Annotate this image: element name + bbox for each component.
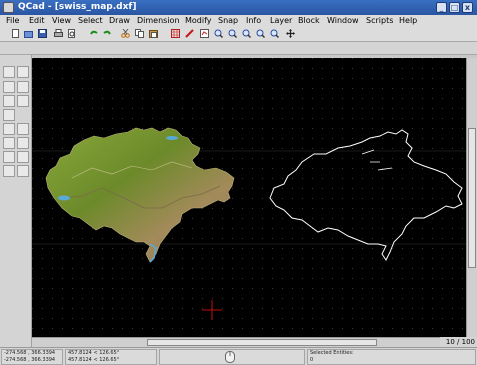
relative-coordinates: 457.8124 < 126.65° 457.8124 < 126.65°: [65, 349, 157, 365]
vertical-scroll-thumb[interactable]: [468, 128, 476, 268]
selected-entities-label: Selected Entities:: [310, 350, 354, 356]
cad-tools-panel: [0, 55, 32, 347]
title-bar: QCad - [swiss_map.dxf] _ □ x: [0, 0, 477, 15]
arcs-tool-icon[interactable]: [3, 81, 15, 93]
zoom-auto-icon[interactable]: [242, 29, 251, 38]
polylines-tool-icon[interactable]: [3, 109, 15, 121]
menu-block[interactable]: Block: [298, 16, 320, 26]
info-tool-icon[interactable]: [3, 165, 15, 177]
vertical-scrollbar[interactable]: [466, 58, 477, 337]
paste-icon[interactable]: [149, 29, 158, 38]
hatch-tool-icon[interactable]: [3, 137, 15, 149]
menu-bar: File Edit View Select Draw Dimension Mod…: [0, 15, 477, 27]
print-preview-icon[interactable]: [67, 29, 76, 38]
zoom-previous-icon[interactable]: [256, 29, 265, 38]
open-file-icon[interactable]: [24, 29, 33, 38]
status-bar: -274.568 , 366.3394 -274.568 , 366.3394 …: [0, 347, 477, 365]
lines-tool-icon[interactable]: [17, 66, 29, 78]
menu-help[interactable]: Help: [399, 16, 417, 26]
zoom-window-icon[interactable]: [270, 29, 279, 38]
menu-view[interactable]: View: [52, 16, 71, 26]
points-tool-icon[interactable]: [3, 66, 15, 78]
abs-coord-line: -274.568 , 366.3394: [4, 350, 56, 356]
menu-scripts[interactable]: Scripts: [366, 16, 393, 26]
lake-constance: [166, 136, 178, 140]
menu-file[interactable]: File: [6, 16, 19, 26]
close-button[interactable]: x: [462, 2, 473, 13]
dimensions-tool-icon[interactable]: [17, 123, 29, 135]
grid-toggle-icon[interactable]: [171, 29, 180, 38]
menu-layer[interactable]: Layer: [270, 16, 292, 26]
cut-icon[interactable]: [121, 29, 130, 38]
horizontal-scrollbar[interactable]: [32, 337, 440, 347]
select-tool-icon[interactable]: [17, 165, 29, 177]
selected-entities: Selected Entities: 0: [307, 349, 476, 365]
abs-coord-line: -274.568 , 366.3394: [4, 357, 56, 363]
menu-draw[interactable]: Draw: [109, 16, 130, 26]
splines-tool-icon[interactable]: [17, 95, 29, 107]
drawing-area[interactable]: [32, 58, 466, 337]
menu-edit[interactable]: Edit: [29, 16, 45, 26]
window-title: QCad - [swiss_map.dxf]: [18, 2, 137, 12]
app-icon[interactable]: [3, 2, 14, 13]
lake-geneva: [58, 195, 70, 201]
save-icon[interactable]: [38, 29, 47, 38]
selected-entities-count: 0: [310, 357, 314, 363]
mouse-status: [159, 349, 305, 365]
menu-dimension[interactable]: Dimension: [137, 16, 180, 26]
page-indicator: 10 / 100: [440, 337, 477, 347]
circles-tool-icon[interactable]: [17, 81, 29, 93]
modify-tool-icon[interactable]: [17, 151, 29, 163]
redo-icon[interactable]: [103, 29, 112, 38]
undo-icon[interactable]: [89, 29, 98, 38]
zoom-out-icon[interactable]: [228, 29, 237, 38]
menu-select[interactable]: Select: [78, 16, 103, 26]
option-toolbar: [0, 42, 477, 55]
horizontal-scroll-thumb[interactable]: [147, 339, 377, 346]
pan-icon[interactable]: [286, 29, 295, 38]
text-tool-icon[interactable]: [3, 123, 15, 135]
maximize-button[interactable]: □: [449, 2, 460, 13]
draft-mode-icon[interactable]: [185, 29, 194, 38]
menu-info[interactable]: Info: [246, 16, 261, 26]
rel-coord-line: 457.8124 < 126.65°: [68, 350, 120, 356]
absolute-coordinates: -274.568 , 366.3394 -274.568 , 366.3394: [1, 349, 63, 365]
redraw-icon[interactable]: [200, 29, 209, 38]
drawing-canvas[interactable]: [32, 58, 466, 337]
ellipses-tool-icon[interactable]: [3, 95, 15, 107]
copy-icon[interactable]: [135, 29, 144, 38]
zoom-in-icon[interactable]: [214, 29, 223, 38]
main-toolbar: [0, 27, 477, 42]
rel-coord-line: 457.8124 < 126.65°: [68, 357, 120, 363]
print-icon[interactable]: [54, 29, 63, 38]
image-tool-icon[interactable]: [17, 137, 29, 149]
new-file-icon[interactable]: [11, 29, 20, 38]
block-tool-icon[interactable]: [3, 151, 15, 163]
menu-snap[interactable]: Snap: [218, 16, 238, 26]
mouse-icon: [225, 351, 235, 363]
minimize-button[interactable]: _: [436, 2, 447, 13]
menu-window[interactable]: Window: [327, 16, 359, 26]
menu-modify[interactable]: Modify: [185, 16, 212, 26]
